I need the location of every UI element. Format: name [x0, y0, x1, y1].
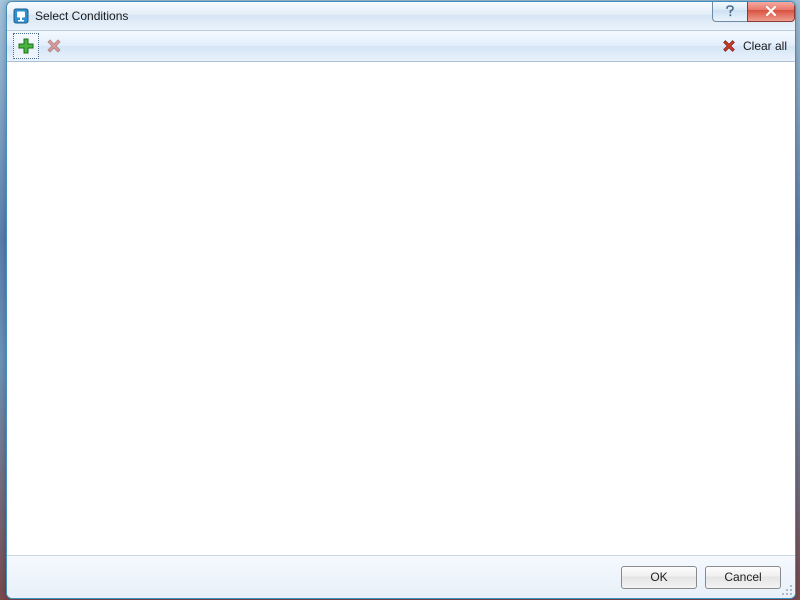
- conditions-list[interactable]: [7, 62, 795, 555]
- clear-all-button[interactable]: Clear all: [721, 38, 787, 54]
- title-bar[interactable]: Select Conditions: [7, 2, 795, 31]
- resize-grip-icon[interactable]: [781, 584, 793, 596]
- window-controls: [712, 2, 795, 30]
- window-title: Select Conditions: [35, 9, 128, 23]
- toolbar: Clear all: [7, 31, 795, 62]
- dialog-window: Select Conditions: [6, 1, 796, 599]
- help-button[interactable]: [712, 1, 747, 22]
- ok-button[interactable]: OK: [621, 566, 697, 589]
- dialog-button-bar: OK Cancel: [7, 555, 795, 598]
- plus-icon: [17, 37, 35, 55]
- help-icon: [725, 5, 735, 17]
- close-button[interactable]: [747, 1, 795, 22]
- close-icon: [765, 6, 777, 16]
- x-icon: [721, 38, 737, 54]
- remove-condition-button[interactable]: [41, 33, 67, 59]
- cancel-button[interactable]: Cancel: [705, 566, 781, 589]
- x-icon: [45, 37, 63, 55]
- app-icon: [13, 8, 29, 24]
- clear-all-label: Clear all: [743, 39, 787, 53]
- add-condition-button[interactable]: [13, 33, 39, 59]
